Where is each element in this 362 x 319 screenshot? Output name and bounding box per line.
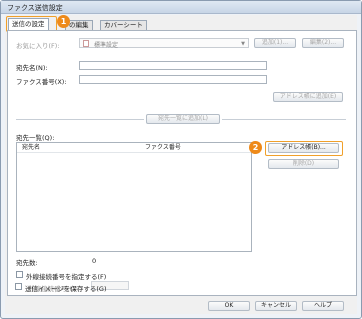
save-image-checkbox[interactable]	[15, 283, 22, 290]
send-settings-panel: お気に入り(F): 標準設定 ▼ 追加(1)... 編集(2)... 宛先名(N…	[7, 30, 357, 296]
column-destination-name[interactable]: 宛先名	[22, 143, 40, 152]
favorites-edit-button[interactable]: 編集(2)...	[302, 38, 344, 48]
tab-cover-sheet-label: カバーシート	[104, 21, 143, 29]
tab-cover-sheet[interactable]: カバーシート	[100, 20, 147, 30]
window-title: ファクス送信設定	[7, 4, 63, 12]
address-book-button[interactable]: アドレス帳(B)...	[268, 143, 339, 153]
separator-right	[222, 119, 346, 120]
favorites-value: 標準設定	[94, 42, 119, 49]
outside-line-checkbox-label: 外線接続番号を指定する(F)	[26, 273, 107, 281]
destination-list-label: 宛先一覧(Q):	[16, 134, 55, 142]
fax-number-label: ファクス番号(X):	[16, 78, 67, 86]
fax-settings-window: ファクス送信設定 の編集 カバーシート 送信の設定 1 お気に入り(F): 標準…	[0, 0, 362, 319]
destination-count-value: 0	[92, 257, 97, 265]
ok-button[interactable]: OK	[208, 301, 250, 311]
fax-number-input[interactable]	[79, 75, 267, 84]
destination-list[interactable]: 宛先名 ファクス番号	[16, 142, 252, 252]
column-fax-number[interactable]: ファクス番号	[145, 143, 181, 152]
dialog-client-area: の編集 カバーシート 送信の設定 1 お気に入り(F): 標準設定 ▼ 追加(1…	[5, 15, 357, 314]
destination-name-label: 宛先名(N):	[16, 64, 48, 72]
separator-left	[16, 119, 144, 120]
save-image-checkbox-label: 送信イメージを保存する(G)	[25, 285, 107, 293]
tab-edit-label: の編集	[69, 21, 89, 29]
outside-line-checkbox[interactable]	[16, 271, 23, 278]
destination-name-input[interactable]	[79, 61, 267, 70]
help-button[interactable]: ヘルプ	[302, 301, 344, 311]
delete-button[interactable]: 削除(D)	[268, 159, 339, 169]
favorites-add-button[interactable]: 追加(1)...	[254, 38, 296, 48]
add-to-address-book-button[interactable]: アドレス帳に追加(E)	[273, 92, 343, 102]
destination-count-label: 宛先数:	[16, 259, 38, 267]
destination-list-header: 宛先名 ファクス番号	[17, 143, 251, 153]
favorites-select[interactable]: 標準設定 ▼	[79, 38, 249, 49]
callout-badge-2: 2	[249, 141, 262, 154]
callout-badge-1: 1	[57, 15, 70, 28]
title-bar: ファクス送信設定	[1, 1, 361, 14]
chevron-down-icon: ▼	[241, 41, 245, 47]
add-to-list-button[interactable]: 宛先一覧に追加(L)	[146, 114, 220, 124]
document-icon	[83, 40, 89, 47]
favorites-label: お気に入り(F):	[16, 42, 60, 50]
cancel-button[interactable]: キャンセル	[255, 301, 297, 311]
